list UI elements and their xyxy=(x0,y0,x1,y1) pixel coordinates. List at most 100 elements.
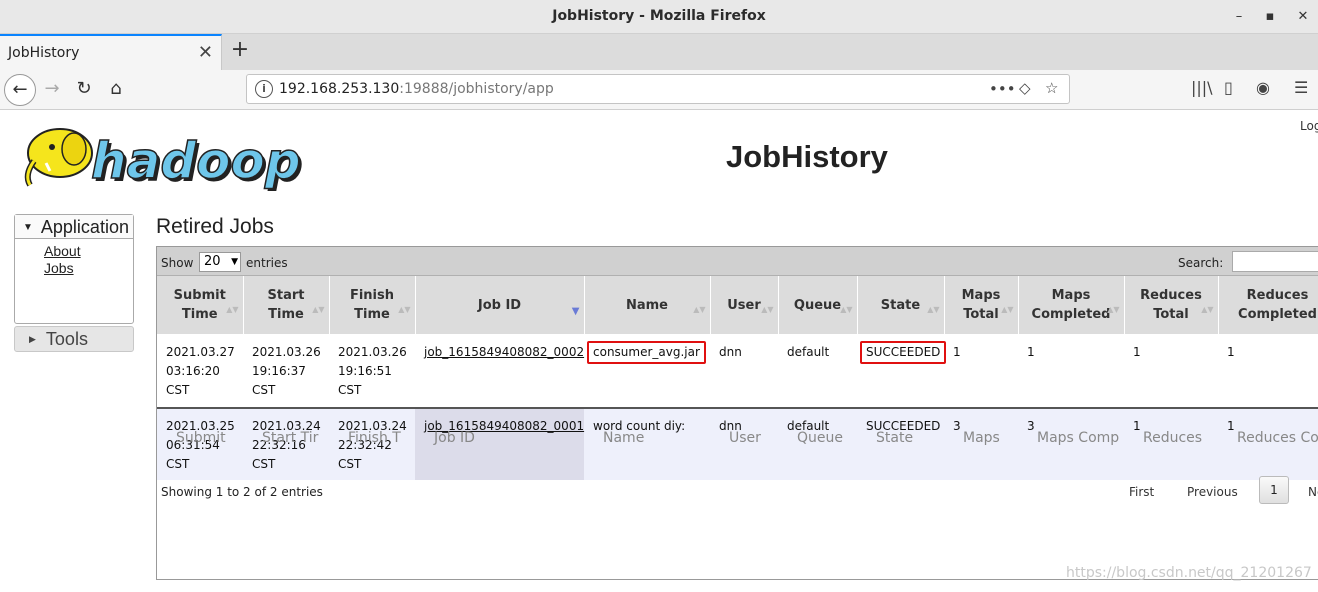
pocket-icon[interactable]: ◇ xyxy=(1019,79,1031,97)
header-label: Maps Total xyxy=(961,288,1001,322)
search-label: Search: xyxy=(1178,256,1224,270)
header-finish-time[interactable]: Finish Time ▲▼ xyxy=(329,276,416,334)
state-highlighted: SUCCEEDED xyxy=(860,341,947,364)
home-button[interactable]: ⌂ xyxy=(102,75,130,103)
entries-label: entries xyxy=(246,256,288,270)
header-state[interactable]: State ▲▼ xyxy=(857,276,945,334)
header-label: Job ID xyxy=(477,297,522,313)
header-label: Maps Completed xyxy=(1031,288,1111,322)
pager-first[interactable]: First xyxy=(1129,485,1154,499)
header-reduces-total[interactable]: Reduces Total ▲▼ xyxy=(1124,276,1219,334)
application-nav-panel: ▼ Application About Jobs xyxy=(14,214,134,324)
logo-wordmark: hadoop xyxy=(91,132,301,190)
sidebar-icon[interactable]: ▯ xyxy=(1224,78,1233,97)
header-label: Finish Time xyxy=(349,288,395,322)
job-id-link[interactable]: job_1615849408082_0002 xyxy=(424,345,584,359)
application-label: Application xyxy=(40,217,129,237)
tab-jobhistory[interactable]: JobHistory ✕ xyxy=(0,34,222,70)
filter-job-id[interactable]: Job ID xyxy=(434,430,475,446)
filter-maps-total[interactable]: Maps xyxy=(963,430,1000,446)
header-user[interactable]: User ▲▼ xyxy=(710,276,779,334)
window-titlebar: JobHistory - Mozilla Firefox – ▪ ✕ xyxy=(0,0,1318,34)
filter-reduces-total[interactable]: Reduces xyxy=(1143,430,1202,446)
filter-maps-completed[interactable]: Maps Comp xyxy=(1037,430,1119,446)
bookmark-star-icon[interactable]: ☆ xyxy=(1045,79,1058,97)
filter-user[interactable]: User xyxy=(729,430,761,446)
tools-label: Tools xyxy=(45,329,88,349)
back-button[interactable]: ← xyxy=(4,74,36,106)
menu-icon[interactable]: ☰ xyxy=(1294,78,1308,97)
minimize-button[interactable]: – xyxy=(1228,6,1250,28)
page-title: JobHistory xyxy=(726,139,888,174)
cell-reduces-completed: 1 xyxy=(1218,334,1318,408)
sort-icon: ▲▼ xyxy=(398,305,411,314)
cell-name: consumer_avg.jar xyxy=(584,334,710,408)
account-icon[interactable]: ◉ xyxy=(1256,78,1270,97)
header-label: User xyxy=(727,297,761,313)
nav-link-about[interactable]: About xyxy=(44,243,133,260)
filter-start-time[interactable]: Start Tir xyxy=(262,430,318,446)
header-start-time[interactable]: Start Time ▲▼ xyxy=(243,276,330,334)
filter-queue[interactable]: Queue xyxy=(797,430,843,446)
footer-filter-row: Submit Start Tir Finish T Job ID Name Us… xyxy=(157,407,1318,469)
header-label: Name xyxy=(625,297,668,313)
page-actions-icon[interactable]: ••• xyxy=(989,80,1016,98)
sort-icon: ▲▼ xyxy=(312,305,325,314)
pager-previous[interactable]: Previous xyxy=(1187,485,1238,499)
sort-desc-icon: ▼ xyxy=(571,306,580,317)
header-label: Reduces Total xyxy=(1140,288,1202,322)
pager-current-page[interactable]: 1 xyxy=(1259,476,1289,504)
header-reduces-completed[interactable]: Reduces Completed▲▼ xyxy=(1218,276,1318,334)
filter-name[interactable]: Name xyxy=(603,430,644,446)
header-submit-time[interactable]: Submit Time ▲▼ xyxy=(157,276,244,334)
watermark: https://blog.csdn.net/qq_21201267 xyxy=(1066,565,1312,581)
library-icon[interactable]: |||\ xyxy=(1191,78,1213,97)
cell-maps-completed: 1 xyxy=(1018,334,1124,408)
tab-label: JobHistory xyxy=(8,45,80,61)
search-input[interactable] xyxy=(1232,251,1318,272)
cell-submit-time: 2021.03.27 03:16:20 CST xyxy=(157,334,243,408)
cell-maps-total: 1 xyxy=(944,334,1018,408)
show-label: Show xyxy=(161,256,194,270)
sort-icon: ▲▼ xyxy=(927,305,940,314)
header-label: State xyxy=(880,297,921,313)
header-maps-total[interactable]: Maps Total ▲▼ xyxy=(944,276,1019,334)
application-header[interactable]: ▼ Application xyxy=(15,215,133,239)
maximize-button[interactable]: ▪ xyxy=(1259,6,1281,28)
url-text[interactable]: 192.168.253.130:19888/jobhistory/app xyxy=(279,81,554,97)
site-info-icon[interactable]: i xyxy=(255,80,273,98)
table-toolbar: Show 20 ▼ entries Search: xyxy=(157,247,1318,276)
pager-next[interactable]: Ne xyxy=(1308,485,1318,499)
header-job-id[interactable]: Job ID ▼ xyxy=(415,276,585,334)
page-size-select[interactable]: 20 ▼ xyxy=(199,252,241,272)
cell-job-id: job_1615849408082_0002 xyxy=(415,334,584,408)
header-name[interactable]: Name ▲▼ xyxy=(584,276,711,334)
close-window-button[interactable]: ✕ xyxy=(1292,6,1314,28)
nav-link-jobs[interactable]: Jobs xyxy=(44,260,133,277)
filter-submit-time[interactable]: Submit xyxy=(176,430,226,446)
new-tab-button[interactable]: + xyxy=(228,38,252,64)
filter-reduces-completed[interactable]: Reduces Co xyxy=(1237,430,1318,446)
sort-icon: ▲▼ xyxy=(840,305,853,314)
tools-panel[interactable]: ▶ Tools xyxy=(14,326,134,352)
sort-icon: ▲▼ xyxy=(1107,305,1120,314)
cell-finish-time: 2021.03.26 19:16:51 CST xyxy=(329,334,415,408)
cell-state: SUCCEEDED xyxy=(857,334,947,408)
close-tab-icon[interactable]: ✕ xyxy=(198,42,213,63)
filter-finish-time[interactable]: Finish T xyxy=(348,430,401,446)
header-label: Queue xyxy=(793,297,842,313)
header-queue[interactable]: Queue ▲▼ xyxy=(778,276,858,334)
collapsed-triangle-icon: ▶ xyxy=(29,334,36,344)
filter-state[interactable]: State xyxy=(876,430,913,446)
reload-button[interactable]: ↻ xyxy=(70,75,98,103)
forward-button[interactable]: → xyxy=(38,75,66,103)
tab-bar: JobHistory ✕ + xyxy=(0,34,1318,70)
header-label: Start Time xyxy=(267,288,305,322)
window-title: JobHistory - Mozilla Firefox xyxy=(552,8,766,24)
job-name-highlighted: consumer_avg.jar xyxy=(587,341,706,364)
expand-triangle-icon: ▼ xyxy=(23,222,33,233)
header-label: Reduces Completed xyxy=(1238,288,1317,322)
dropdown-arrow-icon: ▼ xyxy=(231,257,238,267)
header-maps-completed[interactable]: Maps Completed ▲▼ xyxy=(1018,276,1125,334)
url-bar[interactable]: i 192.168.253.130:19888/jobhistory/app •… xyxy=(246,74,1070,104)
